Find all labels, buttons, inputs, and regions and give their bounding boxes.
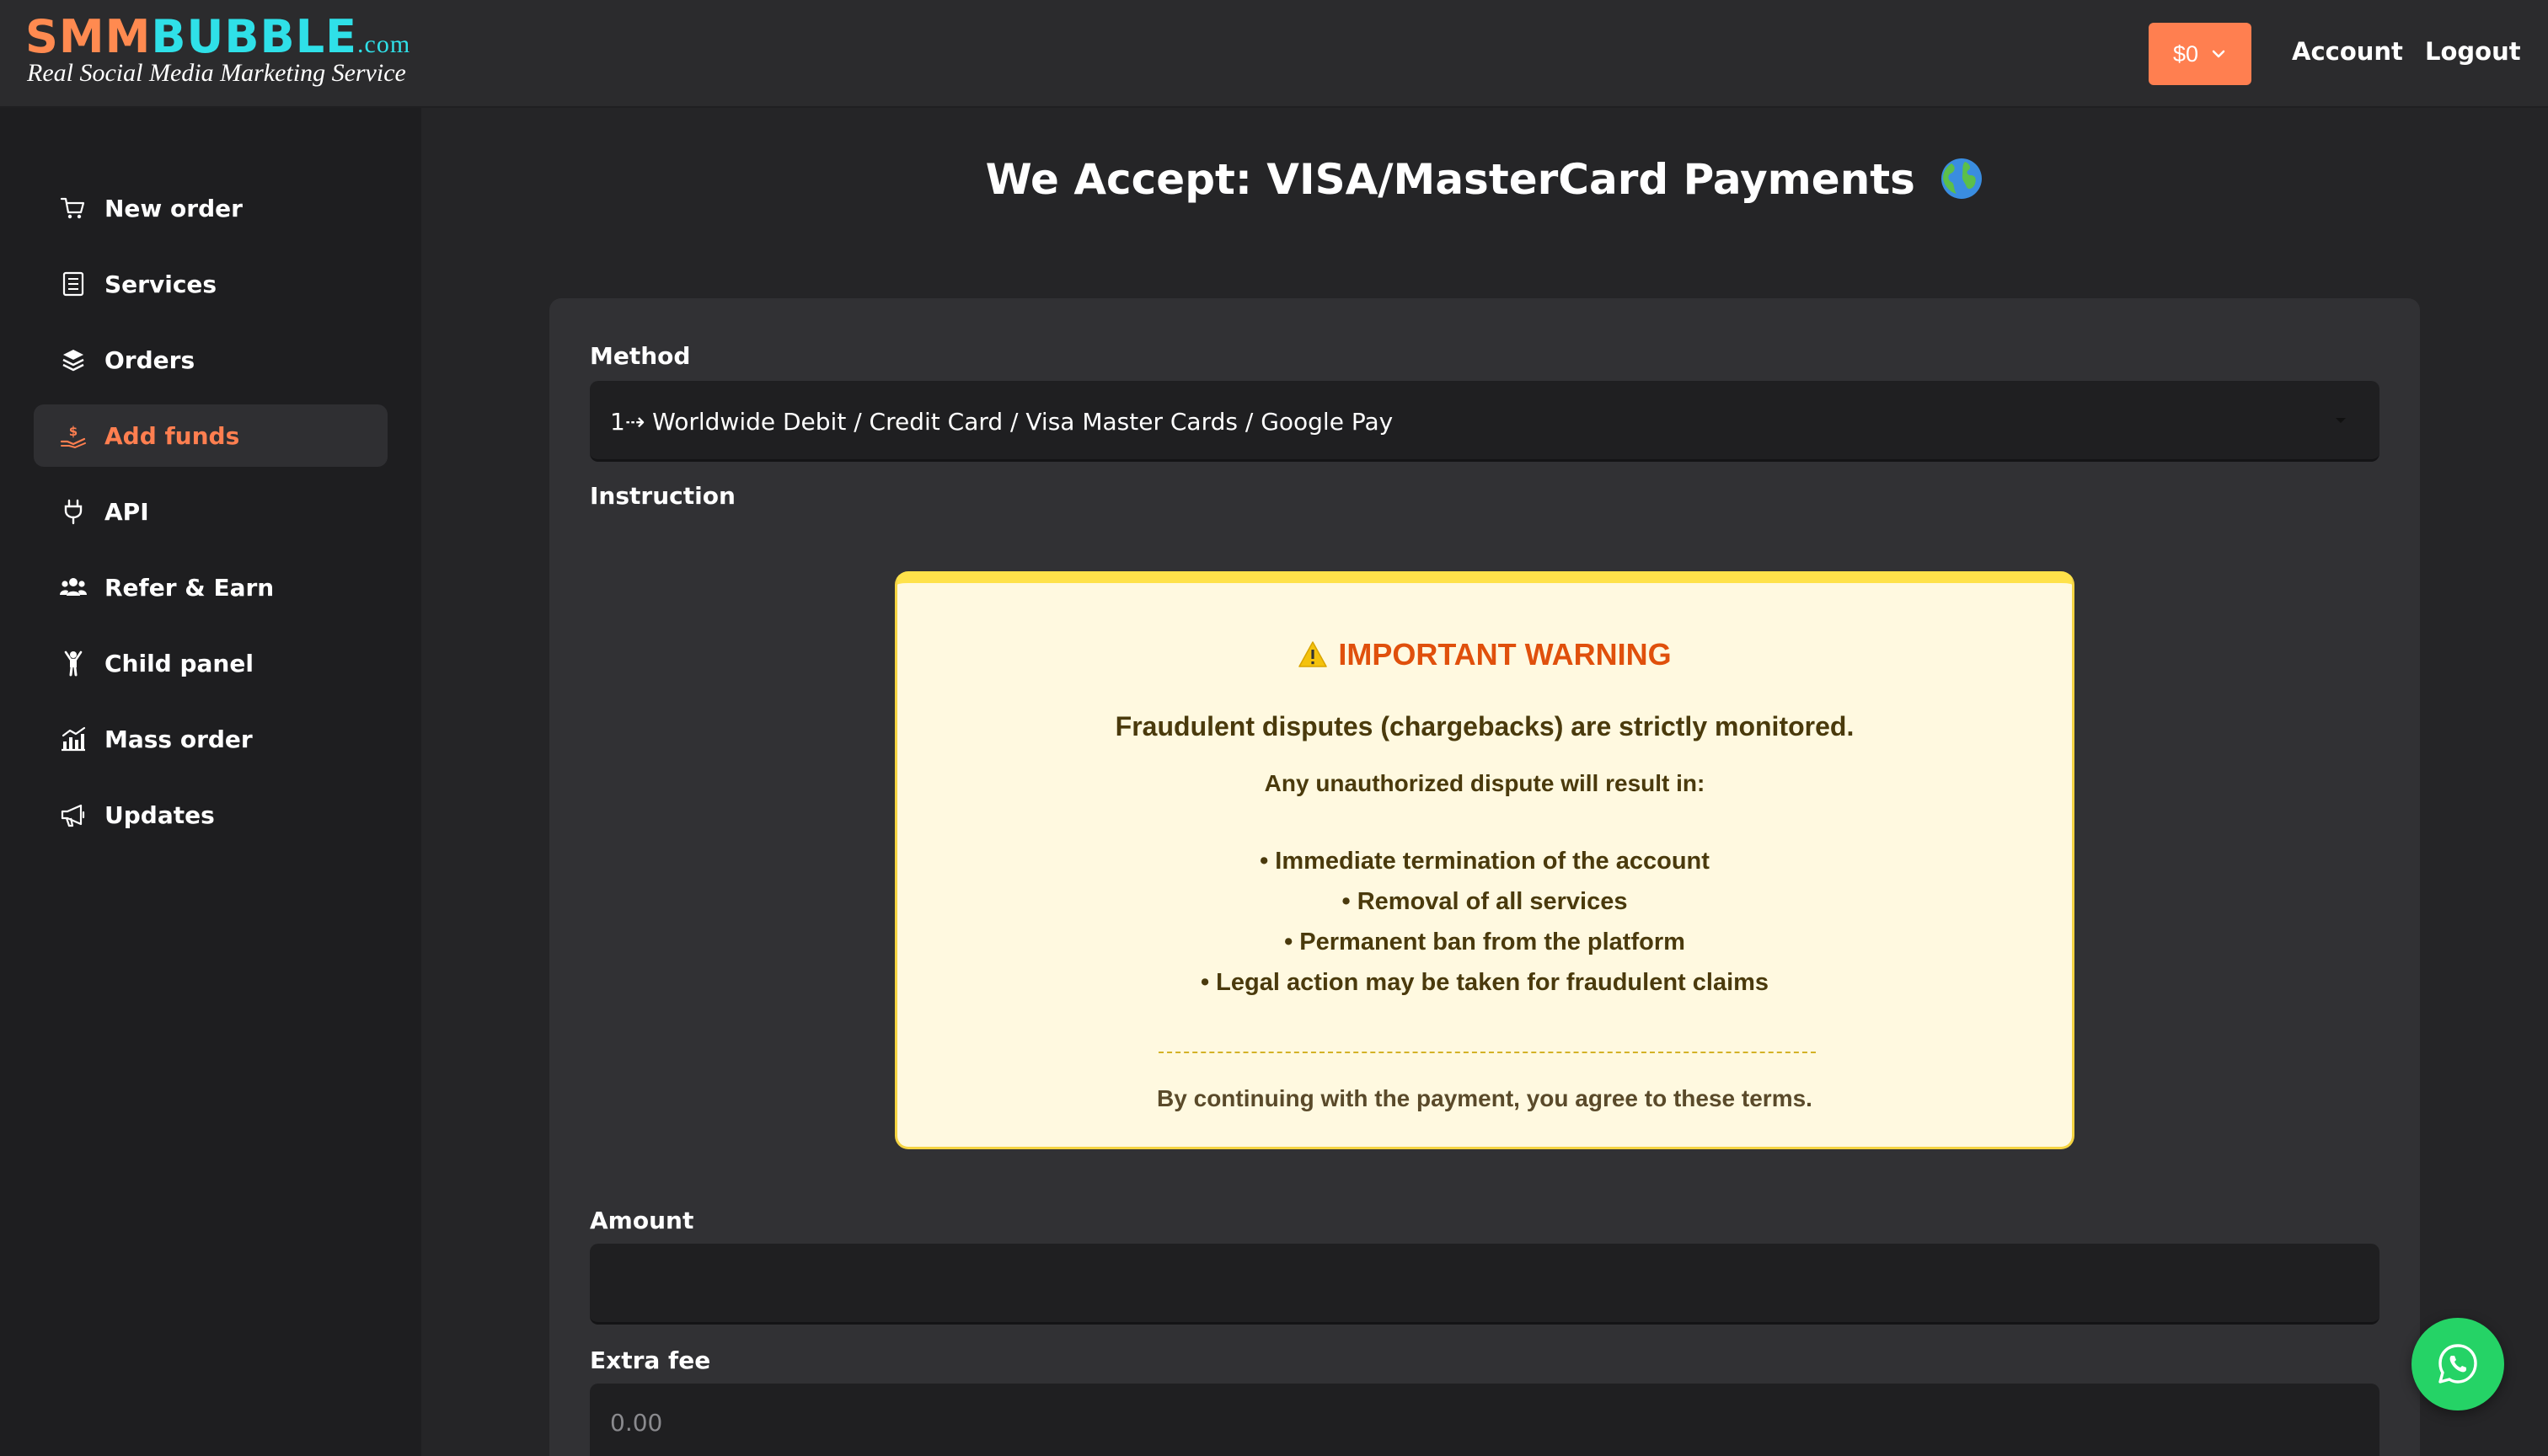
layers-icon [59, 345, 88, 374]
amount-label: Amount [590, 1207, 694, 1234]
hand-money-icon: $ [59, 421, 88, 450]
whatsapp-icon [2438, 1344, 2477, 1384]
sidebar-item-label: Services [104, 270, 217, 298]
sidebar-item-label: API [104, 498, 149, 526]
list-item: • Legal action may be taken for fraudule… [1200, 969, 1769, 996]
amount-field[interactable] [590, 1244, 2379, 1325]
logout-link[interactable]: Logout [2425, 37, 2521, 66]
page-title: We Accept: VISA/MasterCard Payments [421, 155, 2548, 204]
sidebar-item-orders[interactable]: Orders [34, 329, 388, 391]
list-icon [59, 270, 88, 298]
sidebar-item-api[interactable]: API [34, 480, 388, 543]
list-item: • Permanent ban from the platform [1284, 929, 1685, 956]
list-item: • Immediate termination of the account [1260, 848, 1710, 875]
warning-title: IMPORTANT WARNING [897, 637, 2072, 672]
sidebar-item-updates[interactable]: Updates [34, 784, 388, 846]
warning-icon [1298, 641, 1328, 667]
warning-notice: IMPORTANT WARNING Fraudulent disputes (c… [895, 571, 2074, 1149]
sidebar-item-label: New order [104, 195, 243, 222]
caret-down-icon [2336, 418, 2346, 423]
logo-tagline: Real Social Media Marketing Service [27, 59, 406, 87]
brand-logo[interactable]: SMMBUBBLE.com Real Social Media Marketin… [25, 12, 413, 96]
sidebar-item-child-panel[interactable]: Child panel [34, 632, 388, 694]
sidebar-item-label: Child panel [104, 650, 254, 677]
sidebar-item-new-order[interactable]: New order [34, 177, 388, 239]
warning-footer: By continuing with the payment, you agre… [1157, 1085, 1812, 1111]
sidebar-item-label: Updates [104, 801, 215, 829]
sidebar-item-label: Orders [104, 346, 195, 374]
users-icon [59, 573, 88, 602]
sidebar-item-label: Mass order [104, 725, 253, 753]
svg-text:$: $ [69, 424, 78, 439]
method-label: Method [590, 342, 691, 370]
megaphone-icon [59, 800, 88, 829]
balance-dropdown-button[interactable]: $0 [2149, 23, 2251, 85]
account-link[interactable]: Account [2292, 37, 2403, 66]
globe-icon [1941, 158, 1983, 199]
instruction-label: Instruction [590, 482, 736, 510]
sidebar-item-services[interactable]: Services [34, 253, 388, 315]
dashed-divider [1159, 1052, 1816, 1053]
balance-amount: $0 [2172, 40, 2199, 67]
extra-fee-input [590, 1384, 2379, 1456]
method-selected-value: 1⇢ Worldwide Debit / Credit Card / Visa … [610, 408, 1394, 436]
cart-icon [59, 194, 88, 222]
chevron-down-icon [2212, 50, 2225, 58]
extra-fee-field [590, 1384, 2379, 1456]
amount-input[interactable] [590, 1244, 2379, 1322]
warning-consequence-list: • Immediate termination of the account •… [897, 841, 2072, 1003]
whatsapp-chat-button[interactable] [2412, 1318, 2504, 1410]
sidebar-item-label: Refer & Earn [104, 574, 275, 602]
warning-subtitle: Any unauthorized dispute will result in: [1264, 770, 1705, 796]
child-icon [59, 649, 88, 677]
sidebar-item-mass-order[interactable]: Mass order [34, 708, 388, 770]
warning-lead-text: Fraudulent disputes (chargebacks) are st… [1115, 711, 1855, 741]
chart-icon [59, 725, 88, 753]
sidebar-item-refer-earn[interactable]: Refer & Earn [34, 556, 388, 618]
sidebar: New order Services Orders $ Add funds AP… [0, 108, 421, 1456]
sidebar-item-label: Add funds [104, 422, 240, 450]
method-select[interactable]: 1⇢ Worldwide Debit / Credit Card / Visa … [590, 381, 2379, 462]
top-navbar: SMMBUBBLE.com Real Social Media Marketin… [0, 0, 2548, 108]
plug-icon [59, 497, 88, 526]
list-item: • Removal of all services [1341, 888, 1628, 915]
sidebar-item-add-funds[interactable]: $ Add funds [34, 404, 388, 467]
extra-fee-label: Extra fee [590, 1346, 711, 1374]
